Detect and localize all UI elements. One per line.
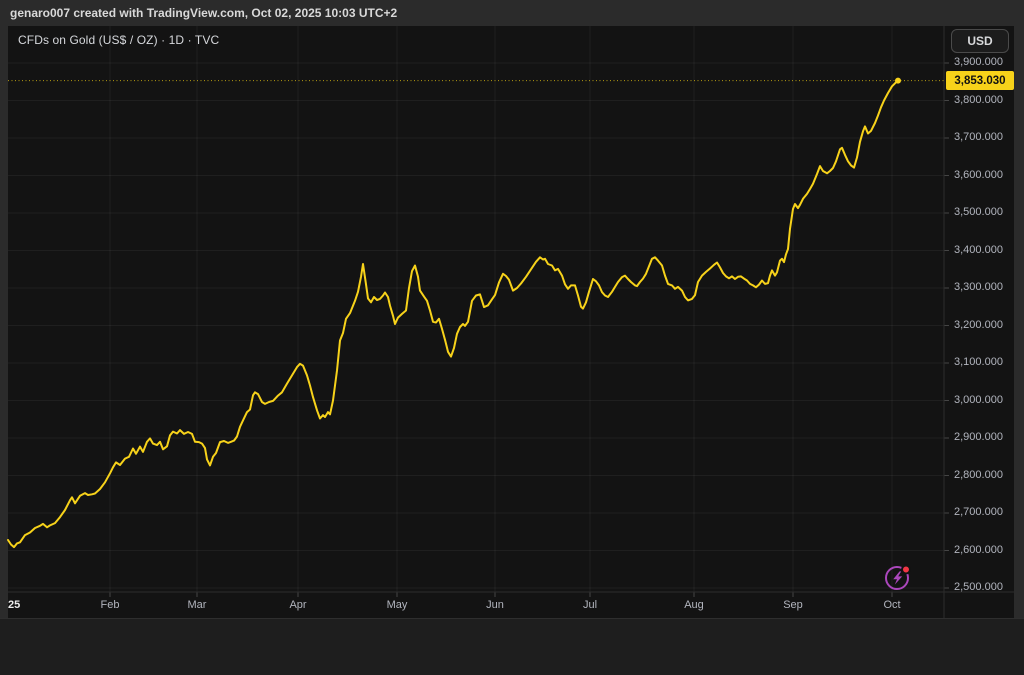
last-point-dot: [895, 78, 901, 84]
snapshot-footer: TradingView: [0, 618, 1024, 675]
price-line-series: [8, 81, 898, 547]
price-chart[interactable]: [0, 0, 1024, 675]
currency-button[interactable]: USD: [951, 29, 1009, 53]
tradingview-snapshot: genaro007 created with TradingView.com, …: [0, 0, 1024, 675]
lightning-bolt-icon: [893, 571, 902, 584]
alert-red-dot-icon: [902, 566, 910, 574]
flash-alert-button[interactable]: [883, 563, 913, 593]
